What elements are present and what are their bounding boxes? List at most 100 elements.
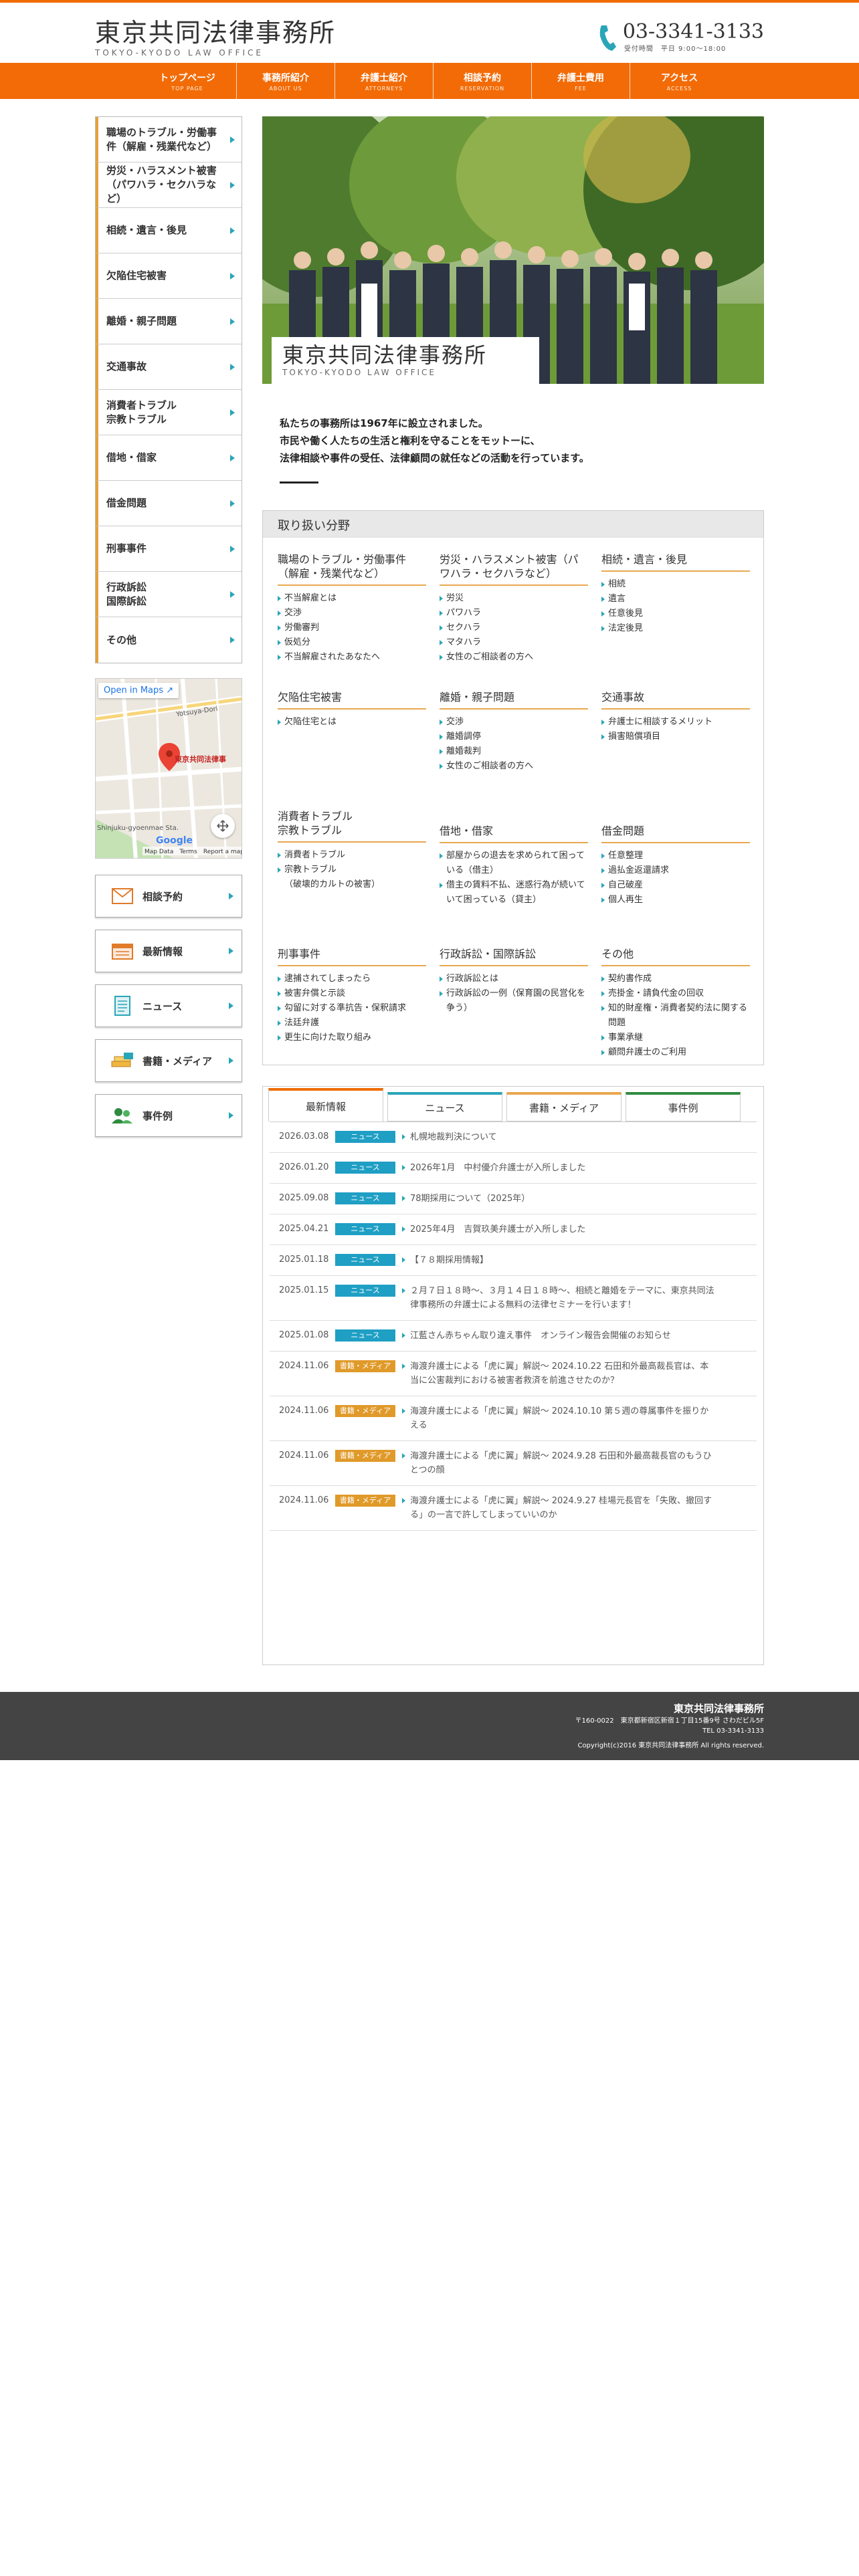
google-map[interactable]: Open in Maps ↗ Yotsuya-Dori Shinjuku-gyo… xyxy=(95,678,242,859)
practice-link[interactable]: セクハラ xyxy=(440,621,588,635)
practice-link[interactable]: 部屋からの退去を求められて困っている（借主） xyxy=(440,849,588,878)
practice-link[interactable]: 交渉 xyxy=(278,606,426,621)
news-row[interactable]: 2025.01.18 ニュース 【７８期採用情報】 xyxy=(270,1245,757,1276)
books-media-button[interactable]: 書籍・メディア xyxy=(95,1039,242,1082)
tab-latest[interactable]: 最新情報 xyxy=(268,1088,383,1121)
practice-area-title[interactable]: 交通事故 xyxy=(601,690,750,710)
practice-link[interactable]: 仮処分 xyxy=(278,635,426,650)
practice-link[interactable]: 行政訴訟とは xyxy=(440,972,588,986)
tab-books-media[interactable]: 書籍・メディア xyxy=(506,1092,622,1121)
practice-link[interactable]: 更生に向けた取り組み xyxy=(278,1031,426,1045)
news-row[interactable]: 2024.11.06 書籍・メディア 海渡弁護士による「虎に翼」解説〜 2024.1… xyxy=(270,1396,757,1441)
practice-link[interactable]: 女性のご相談者の方へ xyxy=(440,759,588,774)
sidebar-item-lease[interactable]: 借地・借家 xyxy=(96,435,242,481)
sidebar-item-other[interactable]: その他 xyxy=(96,617,242,663)
practice-link[interactable]: 消費者トラブル xyxy=(278,848,426,863)
practice-area-title[interactable]: 職場のトラブル・労働事件（解雇・残業代など） xyxy=(278,552,426,586)
tab-news[interactable]: ニュース xyxy=(387,1092,502,1121)
news-title-link[interactable]: 江藍さん赤ちゃん取り違え事件 オンライン報告会開催のお知らせ xyxy=(402,1329,717,1343)
practice-link[interactable]: 知的財産権・消費者契約法に関する問題 xyxy=(601,1001,750,1031)
practice-area-title[interactable]: 労災・ハラスメント被害（パワハラ・セクハラなど） xyxy=(440,552,588,586)
sidebar-item-criminal[interactable]: 刑事事件 xyxy=(96,526,242,572)
practice-link[interactable]: 相続 xyxy=(601,577,750,592)
practice-link[interactable]: マタハラ xyxy=(440,635,588,650)
sidebar-item-consumer[interactable]: 消費者トラブル 宗教トラブル xyxy=(96,390,242,435)
practice-link[interactable]: 離婚裁判 xyxy=(440,744,588,759)
practice-link[interactable]: 労災 xyxy=(440,591,588,606)
practice-area-title[interactable]: 欠陥住宅被害 xyxy=(278,690,426,710)
practice-link[interactable]: 女性のご相談者の方へ xyxy=(440,650,588,665)
practice-link[interactable]: 任意整理 xyxy=(601,849,750,863)
practice-area-title[interactable]: 借金問題 xyxy=(601,824,750,843)
news-row[interactable]: 2024.11.06 書籍・メディア 海渡弁護士による「虎に翼」解説〜 2024.9… xyxy=(270,1441,757,1486)
practice-link[interactable]: 不当解雇とは xyxy=(278,591,426,606)
news-title-link[interactable]: 【７８期採用情報】 xyxy=(402,1253,717,1267)
case-examples-button[interactable]: 事件例 xyxy=(95,1094,242,1137)
consultation-button[interactable]: 相談予約 xyxy=(95,875,242,918)
practice-link[interactable]: 法廷弁護 xyxy=(278,1016,426,1031)
site-logo[interactable]: 東京共同法律事務所 TOKYO-KYODO LAW OFFICE xyxy=(95,17,336,58)
news-row[interactable]: 2025.01.15 ニュース ２月７日１８時〜、３月１４日１８時〜、相続と離婚をテ… xyxy=(270,1276,757,1321)
news-row[interactable]: 2025.04.21 ニュース 2025年4月 吉賀玖美弁護士が入所しました xyxy=(270,1214,757,1245)
practice-link[interactable]: 逮捕されてしまったら xyxy=(278,972,426,986)
news-button[interactable]: ニュース xyxy=(95,984,242,1027)
sidebar-item-labor[interactable]: 職場のトラブル・労働事件（解雇・残業代など） xyxy=(96,117,242,163)
practice-link[interactable]: 法定後見 xyxy=(601,621,750,636)
news-title-link[interactable]: 2025年4月 吉賀玖美弁護士が入所しました xyxy=(402,1222,717,1237)
practice-link[interactable]: 不当解雇されたあなたへ xyxy=(278,650,426,665)
news-title-link[interactable]: 札幌地裁判決について xyxy=(402,1130,717,1144)
news-row[interactable]: 2024.11.06 書籍・メディア 海渡弁護士による「虎に翼」解説〜 2024.9… xyxy=(270,1486,757,1531)
sidebar-item-defective-housing[interactable]: 欠陥住宅被害 xyxy=(96,253,242,299)
practice-area-title[interactable]: その他 xyxy=(601,947,750,966)
practice-link[interactable]: 行政訴訟の一例（保育園の民営化を争う） xyxy=(440,986,588,1016)
practice-area-title[interactable]: 行政訴訟・国際訴訟 xyxy=(440,947,588,966)
fullscreen-icon[interactable] xyxy=(211,814,235,838)
practice-link[interactable]: 任意後見 xyxy=(601,607,750,621)
practice-area-title[interactable]: 刑事事件 xyxy=(278,947,426,966)
sidebar-item-inheritance[interactable]: 相続・遺言・後見 xyxy=(96,208,242,253)
sidebar-item-divorce[interactable]: 離婚・親子問題 xyxy=(96,299,242,344)
map-footer[interactable]: Map Data Terms Report a map error xyxy=(142,847,242,855)
tab-cases[interactable]: 事件例 xyxy=(626,1092,741,1121)
news-title-link[interactable]: ２月７日１８時〜、３月１４日１８時〜、相続と離婚をテーマに、東京共同法律事務所の… xyxy=(402,1284,717,1312)
nav-top[interactable]: トップページ TOP PAGE xyxy=(138,63,237,99)
sidebar-item-administrative[interactable]: 行政訴訟 国際訴訟 xyxy=(96,572,242,617)
news-row[interactable]: 2025.09.08 ニュース 78期採用について（2025年） xyxy=(270,1184,757,1214)
news-row[interactable]: 2026.01.20 ニュース 2026年1月 中村優介弁護士が入所しました xyxy=(270,1153,757,1184)
practice-link[interactable]: パワハラ xyxy=(440,606,588,621)
news-title-link[interactable]: 海渡弁護士による「虎に翼」解説〜 2024.10.22 石田和外最高裁長官は、本… xyxy=(402,1360,717,1388)
news-title-link[interactable]: 78期採用について（2025年） xyxy=(402,1192,717,1206)
practice-link[interactable]: 自己破産 xyxy=(601,878,750,893)
news-title-link[interactable]: 海渡弁護士による「虎に翼」解説〜 2024.9.27 桂場元長官を「失敗、撤回す… xyxy=(402,1494,717,1522)
practice-area-title[interactable]: 消費者トラブル 宗教トラブル xyxy=(278,809,426,843)
news-row[interactable]: 2026.03.08 ニュース 札幌地裁判決について xyxy=(270,1122,757,1153)
practice-link[interactable]: 個人再生 xyxy=(601,893,750,907)
latest-info-button[interactable]: 最新情報 xyxy=(95,930,242,972)
practice-area-title[interactable]: 借地・借家 xyxy=(440,824,588,843)
practice-area-title[interactable]: 相続・遺言・後見 xyxy=(601,552,750,572)
practice-link[interactable]: 欠陥住宅とは xyxy=(278,715,426,730)
practice-link[interactable]: 遺言 xyxy=(601,592,750,607)
practice-link[interactable]: 離婚調停 xyxy=(440,730,588,744)
practice-link[interactable]: 過払金返還請求 xyxy=(601,863,750,878)
open-in-maps-link[interactable]: Open in Maps ↗ xyxy=(98,683,179,698)
news-title-link[interactable]: 2026年1月 中村優介弁護士が入所しました xyxy=(402,1161,717,1175)
practice-link[interactable]: 交渉 xyxy=(440,715,588,730)
nav-fee[interactable]: 弁護士費用 FEE xyxy=(532,63,630,99)
practice-link[interactable]: 損害賠償項目 xyxy=(601,730,750,744)
nav-reservation[interactable]: 相談予約 RESERVATION xyxy=(434,63,532,99)
nav-about[interactable]: 事務所紹介 ABOUT US xyxy=(237,63,335,99)
practice-link[interactable]: 宗教トラブル （破壊的カルトの被害） xyxy=(278,863,426,892)
practice-link[interactable]: 事業承継 xyxy=(601,1031,750,1045)
practice-link[interactable]: 弁護士に相談するメリット xyxy=(601,715,750,730)
news-title-link[interactable]: 海渡弁護士による「虎に翼」解説〜 2024.10.10 第５週の尊属事件を振りか… xyxy=(402,1404,717,1432)
practice-link[interactable]: 契約書作成 xyxy=(601,972,750,986)
practice-link[interactable]: 借主の賃料不払、迷惑行為が続いていて困っている（貸主） xyxy=(440,878,588,907)
news-row[interactable]: 2025.01.08 ニュース 江藍さん赤ちゃん取り違え事件 オンライン報告会開催の… xyxy=(270,1321,757,1352)
nav-attorneys[interactable]: 弁護士紹介 ATTORNEYS xyxy=(335,63,434,99)
practice-link[interactable]: 勾留に対する準抗告・保釈請求 xyxy=(278,1001,426,1016)
sidebar-item-debt[interactable]: 借金問題 xyxy=(96,481,242,526)
practice-link[interactable]: 売掛金・請負代金の回収 xyxy=(601,986,750,1001)
practice-link[interactable]: 被害弁償と示談 xyxy=(278,986,426,1001)
sidebar-item-harassment[interactable]: 労災・ハラスメント被害（パワハラ・セクハラなど） xyxy=(96,163,242,208)
